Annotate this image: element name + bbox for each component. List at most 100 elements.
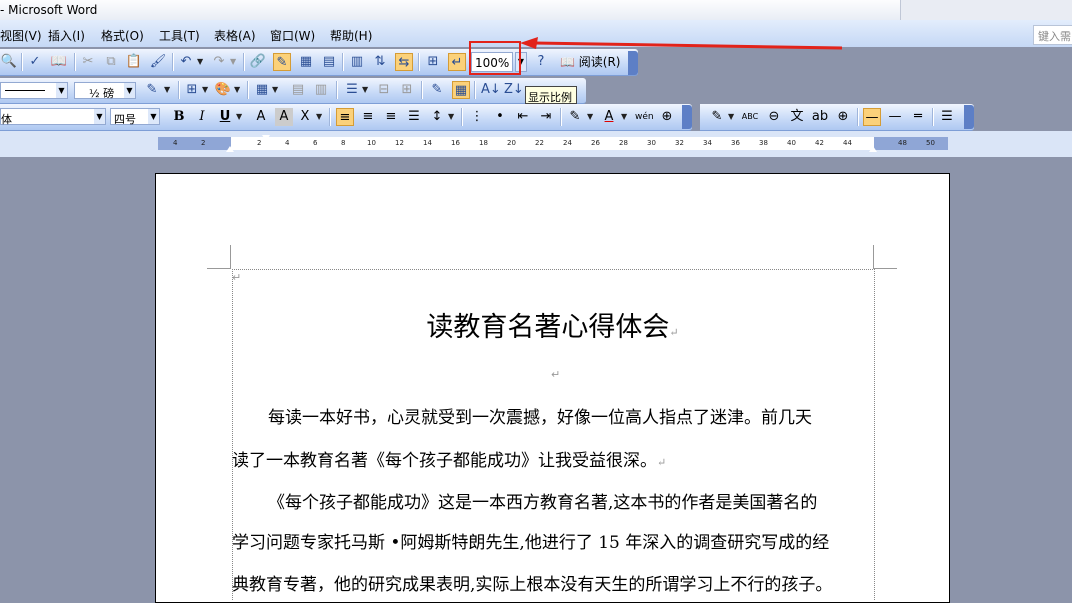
align-icon[interactable]: ☰ — [343, 81, 361, 99]
border-color-dropdown-icon[interactable]: ▼ — [164, 81, 170, 99]
increase-indent-icon[interactable]: ⇥ — [537, 108, 555, 126]
phonetic-guide-icon[interactable]: wén — [635, 108, 654, 126]
char-shading-icon[interactable]: A — [275, 108, 293, 126]
paste-icon[interactable]: 📋 — [125, 53, 143, 71]
double-strikethrough-icon[interactable]: 文 — [788, 108, 806, 126]
italic-icon[interactable]: I — [193, 108, 211, 126]
drawing-icon[interactable]: ⇅ — [371, 53, 389, 71]
copy-icon[interactable]: ⧉ — [102, 53, 120, 71]
zoom-tooltip: 显示比例 — [525, 86, 577, 104]
menu-window[interactable]: 窗口(W) — [270, 27, 315, 44]
left-indent-marker[interactable] — [226, 146, 234, 152]
numbering-icon[interactable]: ⋮ — [468, 108, 486, 126]
first-line-indent-marker[interactable] — [262, 135, 270, 141]
menu-tools[interactable]: 工具(T) — [159, 27, 200, 44]
redo-dropdown-icon[interactable]: ▼ — [230, 53, 236, 71]
underline-style-icon[interactable]: — — [886, 108, 904, 126]
scaling-dropdown-icon[interactable]: ▼ — [316, 108, 322, 126]
abc-icon[interactable]: ABC — [741, 108, 759, 126]
horizontal-ruler[interactable]: 4 2 2 4 6 8 10 12 14 16 18 20 22 24 26 2… — [158, 137, 948, 150]
line-spacing-icon[interactable]: ↕ — [428, 108, 446, 126]
toolbar-options-icon[interactable] — [964, 105, 974, 129]
highlight-dropdown-icon[interactable]: ▼ — [587, 108, 593, 126]
document-title[interactable]: 读教育名著心得体会↵ — [232, 305, 873, 344]
bullets-icon[interactable]: • — [491, 108, 509, 126]
undo-dropdown-icon[interactable]: ▼ — [197, 53, 203, 71]
body-line[interactable]: 《每个孩子都能成功》这是一本西方教育名著,这本书的作者是美国著名的 — [268, 488, 918, 513]
menu-insert[interactable]: 插入(I) — [48, 27, 85, 44]
paragraph-mark-icon[interactable]: ↵ — [448, 53, 466, 71]
font-name-select[interactable]: 体 ▼ — [0, 108, 106, 126]
distribute-columns-icon[interactable]: ⊞ — [398, 81, 416, 99]
menu-view[interactable]: 视图(V) — [0, 27, 42, 44]
highlight-icon[interactable]: ✎ — [566, 108, 584, 126]
char-scaling-icon[interactable]: X — [296, 108, 314, 126]
shading-dropdown-icon[interactable]: ▼ — [234, 81, 240, 99]
underline-dropdown-icon[interactable]: ▼ — [236, 108, 242, 126]
body-line[interactable]: 学习问题专家托马斯 •阿姆斯特朗先生,他进行了 15 年深入的调查研究写成的经 — [232, 528, 882, 553]
double-line-icon[interactable]: ═ — [909, 108, 927, 126]
justify-icon[interactable]: ≡ — [336, 108, 354, 126]
border-color-icon[interactable]: ✎ — [143, 81, 161, 99]
text-direction-icon[interactable]: — — [863, 108, 881, 126]
strikethrough-icon[interactable]: ⊖ — [765, 108, 783, 126]
autoformat-icon[interactable]: ✎ — [428, 81, 446, 99]
distribute-rows-icon[interactable]: ⊟ — [375, 81, 393, 99]
bold-icon[interactable]: B — [170, 108, 188, 126]
columns-list-icon[interactable]: ☰ — [938, 108, 956, 126]
toolbar-options-icon[interactable] — [682, 105, 692, 129]
insert-table-icon[interactable]: ▦ — [297, 53, 315, 71]
shading-color-icon[interactable]: 🎨 — [214, 81, 232, 99]
menu-format[interactable]: 格式(O) — [101, 27, 144, 44]
ruler-tick: 22 — [535, 139, 544, 147]
line-style-select[interactable]: ▼ — [0, 82, 68, 99]
border-dropdown-icon[interactable]: ▼ — [202, 81, 208, 99]
print-preview-icon[interactable]: 🔍 — [0, 53, 18, 71]
highlight-pen-dropdown-icon[interactable]: ▼ — [728, 108, 734, 126]
merge-chars-icon[interactable]: ab — [811, 108, 829, 126]
body-line[interactable]: 读了一本教育名著《每个孩子都能成功》让我受益很深。↵ — [232, 446, 882, 471]
show-hide-icon[interactable]: ⊞ — [424, 53, 442, 71]
format-painter-icon[interactable]: 🖌 — [149, 53, 167, 71]
undo-icon[interactable]: ↶ — [177, 53, 195, 71]
menu-table[interactable]: 表格(A) — [214, 27, 256, 44]
body-line[interactable]: 每读一本好书，心灵就受到一次震撼，好像一位高人指点了迷津。前几天 — [268, 403, 918, 428]
font-color-icon[interactable]: A — [600, 108, 618, 126]
insert-excel-icon[interactable]: ▤ — [320, 53, 338, 71]
align-right-icon[interactable]: ≡ — [382, 108, 400, 126]
font-color-dropdown-icon[interactable]: ▼ — [621, 108, 627, 126]
spelling-icon[interactable]: ✓ — [26, 53, 44, 71]
underline-icon[interactable]: U — [216, 108, 234, 126]
align-center-icon[interactable]: ≡ — [359, 108, 377, 126]
cut-icon[interactable]: ✂ — [79, 53, 97, 71]
right-indent-marker[interactable] — [869, 146, 877, 152]
redo-icon[interactable]: ↷ — [210, 53, 228, 71]
document-map-icon[interactable]: ⇆ — [395, 53, 413, 71]
distributed-icon[interactable]: ☰ — [405, 108, 423, 126]
enclosed-char-icon[interactable]: ⊕ — [834, 108, 852, 126]
highlight-pen-icon[interactable]: ✎ — [708, 108, 726, 126]
menu-help[interactable]: 帮助(H) — [330, 27, 372, 44]
align-dropdown-icon[interactable]: ▼ — [362, 81, 368, 99]
line-weight-select[interactable]: ½ 磅 ▼ — [74, 82, 136, 100]
gridlines-icon[interactable]: ▦ — [452, 81, 470, 99]
decrease-indent-icon[interactable]: ⇤ — [514, 108, 532, 126]
sort-descending-icon[interactable]: Z↓ — [504, 81, 524, 99]
tables-borders-icon[interactable]: ✎ — [273, 53, 291, 71]
font-size-select[interactable]: 四号 ▼ — [110, 108, 160, 126]
line-spacing-dropdown-icon[interactable]: ▼ — [448, 108, 454, 126]
body-line[interactable]: 典教育专著，他的研究成果表明,实际上根本没有天生的所谓学习上不行的孩子。 — [232, 570, 882, 595]
insert-table-icon[interactable]: ▦ — [253, 81, 271, 99]
sort-ascending-icon[interactable]: A↓ — [481, 81, 501, 99]
enclose-char-icon[interactable]: ⊕ — [658, 108, 676, 126]
outside-border-icon[interactable]: ⊞ — [183, 81, 201, 99]
split-cells-icon[interactable]: ▥ — [312, 81, 330, 99]
extended-formatting-toolbar: ✎ ▼ ABC ⊖ 文 ab ⊕ — — ═ ☰ — [700, 104, 974, 131]
columns-icon[interactable]: ▥ — [348, 53, 366, 71]
hyperlink-icon[interactable]: 🔗 — [249, 53, 267, 71]
research-icon[interactable]: 📖 — [50, 53, 68, 71]
help-search-input[interactable]: 键入需 — [1033, 25, 1072, 45]
merge-cells-icon[interactable]: ▤ — [289, 81, 307, 99]
insert-table-dropdown-icon[interactable]: ▼ — [272, 81, 278, 99]
char-border-icon[interactable]: A — [252, 108, 270, 126]
